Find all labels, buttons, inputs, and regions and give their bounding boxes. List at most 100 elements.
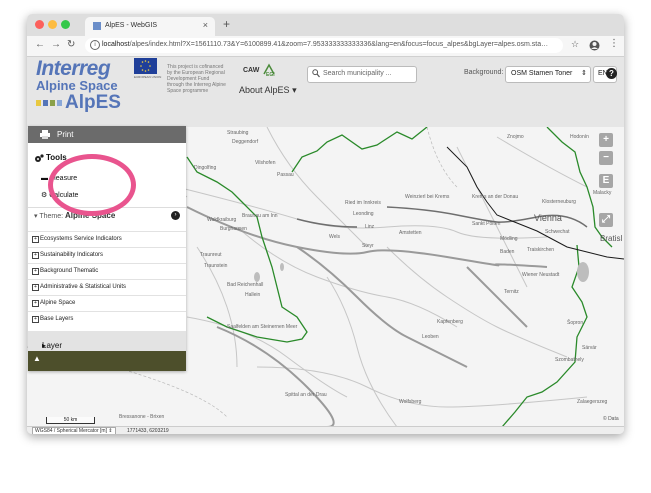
expand-icon[interactable]: + bbox=[32, 284, 39, 291]
svg-text:EGI: EGI bbox=[266, 72, 275, 78]
map-label: Traunreut bbox=[200, 252, 222, 258]
url-field[interactable]: i localhost/alpes/index.html?X=1561110.7… bbox=[85, 38, 563, 53]
calculate-tool[interactable]: ⚙ Calculate bbox=[41, 191, 78, 199]
municipality-search-input[interactable]: Search municipality ... bbox=[307, 66, 417, 83]
map-label: Schwechat bbox=[545, 229, 570, 235]
map-label: Steyr bbox=[362, 243, 374, 249]
caret-down-icon: ▾ bbox=[292, 85, 297, 95]
scale-bar: 50 km bbox=[46, 417, 95, 424]
map-label: Saalfelden am Steinernen Meer bbox=[227, 324, 298, 330]
map-label: Traiskirchen bbox=[527, 247, 555, 253]
map-label: Wels bbox=[329, 234, 341, 240]
projection-value: WGS84 / Spherical Mercator [m] bbox=[35, 428, 107, 434]
layer-properties-toggle[interactable]: ▸ Layer properties bbox=[28, 331, 186, 359]
map-city-label: Bratisl bbox=[600, 234, 623, 243]
forward-icon[interactable]: → bbox=[51, 39, 61, 50]
map-label: Weinzierl bei Krems bbox=[405, 194, 450, 200]
expand-icon[interactable]: + bbox=[32, 316, 39, 323]
map-label: Deggendorf bbox=[232, 139, 259, 145]
map-label: Bressanone - Brixen bbox=[119, 414, 165, 420]
tools-heading: Tools bbox=[46, 153, 67, 162]
calculate-label: Calculate bbox=[49, 192, 79, 199]
projection-select[interactable]: WGS84 / Spherical Mercator [m] ⇕ bbox=[32, 427, 116, 434]
minimize-window-icon[interactable] bbox=[48, 20, 57, 29]
site-info-icon[interactable]: i bbox=[90, 40, 100, 50]
map-label: Straubing bbox=[227, 130, 249, 136]
side-panel: Print Tools ▬ Measure ⚙ Calculate ▾ Them… bbox=[28, 126, 186, 371]
new-tab-icon[interactable]: + bbox=[223, 17, 230, 31]
layer-group[interactable]: + Sustainability Indicators bbox=[28, 247, 186, 264]
zoom-in-button[interactable]: + bbox=[599, 133, 613, 147]
calculator-icon: ⚙ bbox=[41, 192, 48, 199]
profile-icon[interactable] bbox=[589, 40, 600, 51]
background-label: Background: bbox=[464, 69, 504, 76]
collapse-up-icon: ▲ bbox=[33, 354, 41, 363]
bookmark-star-icon[interactable]: ☆ bbox=[571, 39, 579, 50]
status-bar: WGS84 / Spherical Mercator [m] ⇕ 1771433… bbox=[27, 426, 624, 434]
map-label: Sankt Pölten bbox=[472, 221, 501, 227]
ruler-icon: ▬ bbox=[41, 175, 48, 182]
zoom-out-button[interactable]: − bbox=[599, 151, 613, 165]
map-city-label: Vienna bbox=[534, 213, 562, 223]
map-label: Leoben bbox=[422, 334, 439, 340]
theme-value: Alpine Space bbox=[65, 211, 116, 220]
map-label: Hodonín bbox=[570, 134, 589, 140]
maximize-window-icon[interactable] bbox=[61, 20, 70, 29]
zoom-extent-button[interactable]: E bbox=[599, 174, 613, 188]
map-label: Kapfenberg bbox=[437, 319, 463, 325]
alpine-space-logo: Alpine Space bbox=[36, 78, 118, 93]
layer-group[interactable]: + Administrative & Statistical Units bbox=[28, 279, 186, 296]
expand-icon[interactable]: + bbox=[32, 252, 39, 259]
layer-group[interactable]: + Base Layers bbox=[28, 311, 186, 328]
layer-group[interactable]: + Ecosystems Service Indicators bbox=[28, 231, 186, 248]
back-icon[interactable]: ← bbox=[35, 39, 45, 50]
alpes-logo-squares-icon bbox=[36, 100, 62, 106]
measure-tool[interactable]: ▬ Measure bbox=[41, 175, 77, 182]
eu-flag-icon bbox=[134, 58, 157, 74]
map-label: Linz bbox=[365, 224, 375, 230]
close-tab-icon[interactable]: × bbox=[203, 20, 208, 30]
map-label: Malacky bbox=[593, 190, 612, 196]
layer-group-label: Ecosystems Service Indicators bbox=[40, 236, 122, 242]
theme-selector[interactable]: ▾ Theme: Alpine Space › bbox=[28, 207, 186, 222]
svg-text:CAW: CAW bbox=[243, 67, 260, 74]
chevron-right-icon[interactable]: › bbox=[171, 211, 180, 220]
map-attribution: © Data bbox=[603, 416, 619, 422]
expand-icon[interactable]: + bbox=[32, 268, 39, 275]
background-select-value: OSM Stamen Toner bbox=[511, 70, 573, 77]
background-select[interactable]: OSM Stamen Toner ⇕ bbox=[505, 66, 591, 83]
expand-icon[interactable]: + bbox=[32, 236, 39, 243]
map-label: Baden bbox=[500, 249, 515, 255]
caret-down-icon: ▾ bbox=[34, 213, 38, 220]
address-bar: ← → ↻ i localhost/alpes/index.html?X=156… bbox=[27, 36, 624, 57]
eu-caption: EUROPEAN UNION bbox=[134, 75, 162, 79]
measure-label: Measure bbox=[49, 175, 78, 182]
print-bar[interactable]: Print bbox=[28, 126, 186, 143]
alpes-logo: AlpES bbox=[65, 92, 121, 113]
about-alpes-menu[interactable]: About AlpES ▾ bbox=[239, 85, 297, 96]
layer-group-label: Background Thematic bbox=[40, 268, 99, 274]
map-label: Hallein bbox=[245, 292, 261, 298]
map-label: Spittal an der Drau bbox=[285, 392, 327, 398]
map-label: Waldkraiburg bbox=[207, 217, 237, 223]
collapse-panel-bar[interactable]: ▲ bbox=[28, 351, 186, 371]
search-icon bbox=[312, 69, 320, 78]
map-label: Ternitz bbox=[504, 289, 519, 295]
reload-icon[interactable]: ↻ bbox=[67, 39, 75, 50]
search-placeholder: Search municipality ... bbox=[323, 70, 392, 77]
layer-group[interactable]: + Background Thematic bbox=[28, 263, 186, 280]
cofinance-text: This project is cofinanced by the Europe… bbox=[167, 64, 226, 94]
print-label: Print bbox=[57, 130, 74, 139]
fullscreen-button[interactable]: ⤢ bbox=[599, 213, 613, 227]
map-label: Vilshofen bbox=[255, 160, 276, 166]
partner-logo: CAW EGI bbox=[242, 62, 282, 78]
help-icon[interactable]: ? bbox=[606, 68, 617, 79]
close-window-icon[interactable] bbox=[35, 20, 44, 29]
layer-group[interactable]: + Alpine Space bbox=[28, 295, 186, 312]
browser-tab[interactable]: AlpES - WebGIS × bbox=[85, 17, 215, 36]
map-label: Šopron bbox=[567, 320, 584, 326]
map-label: Sárvár bbox=[582, 345, 597, 351]
expand-icon[interactable]: + bbox=[32, 300, 39, 307]
select-arrows-icon: ⇕ bbox=[581, 70, 587, 77]
browser-menu-icon[interactable]: ⋮ bbox=[609, 38, 619, 49]
